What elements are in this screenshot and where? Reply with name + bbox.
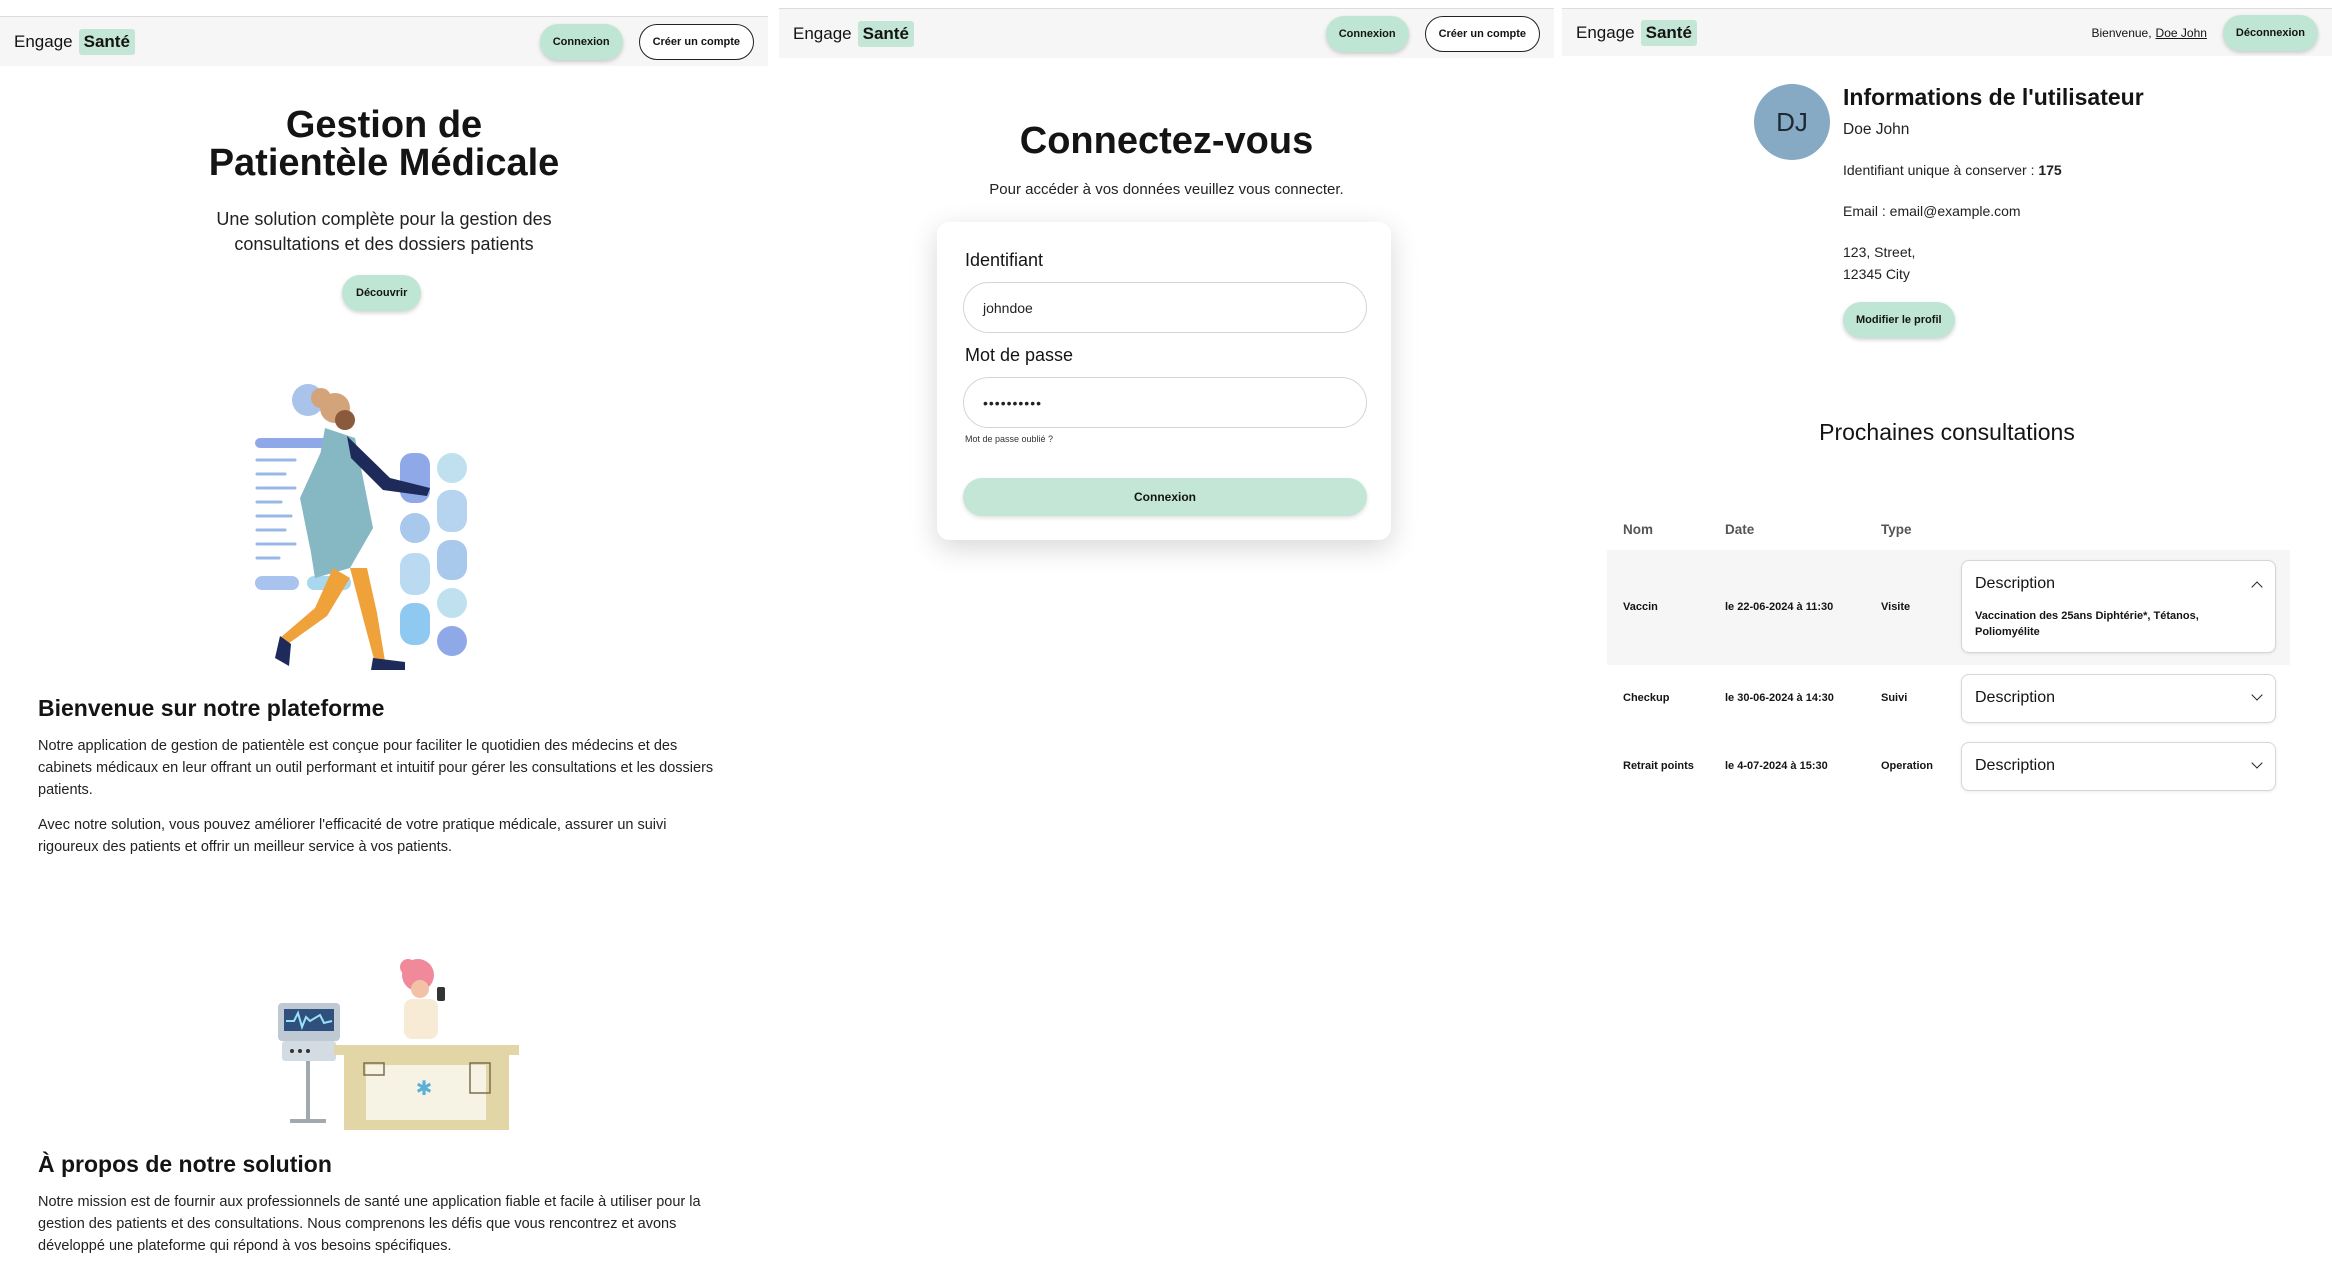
- login-subtitle: Pour accéder à vos données veuillez vous…: [989, 181, 1344, 198]
- avatar: DJ: [1754, 84, 1830, 160]
- reception-illustration: ✱: [278, 959, 519, 1130]
- welcome-paragraph-2: Avec notre solution, vous pouvez amélior…: [38, 817, 667, 855]
- brand-part1: Engage: [1576, 22, 1635, 42]
- login-title: Connectez-vous: [1019, 120, 1314, 162]
- login-navbar: Engage Santé Connexion Créer un compte: [779, 8, 1554, 58]
- user-id: Identifiant unique à conserver : 175: [1843, 162, 2062, 178]
- hero-title-line1: Gestion de: [285, 104, 483, 146]
- home-navbar: Engage Santé Connexion Créer un compte: [0, 16, 768, 66]
- user-info-title: Informations de l'utilisateur: [1843, 84, 2144, 110]
- row-type: Suivi: [1881, 692, 1908, 704]
- row-type: Operation: [1881, 760, 1933, 772]
- row-name: Checkup: [1623, 692, 1670, 704]
- description-accordion[interactable]: Description: [1961, 742, 2276, 791]
- row-name: Vaccin: [1623, 601, 1658, 613]
- column-header-name: Nom: [1623, 522, 1653, 537]
- brand-part2: Santé: [1640, 19, 1697, 46]
- user-email: Email : email@example.com: [1843, 203, 2021, 219]
- brand-part2: Santé: [857, 20, 914, 47]
- user-name: Doe John: [1843, 121, 1910, 138]
- user-address-line1: 123, Street,: [1843, 244, 1916, 260]
- hero-subtitle: Une solution complète pour la gestion de…: [0, 207, 768, 257]
- description-line2: Poliomyélite: [1975, 626, 2040, 638]
- brand-logo[interactable]: Engage Santé: [1576, 19, 1697, 46]
- password-label: Mot de passe: [965, 345, 1074, 365]
- profile-page: Engage Santé Bienvenue, Doe John Déconne…: [1562, 0, 2332, 1270]
- login-submit-button[interactable]: Connexion: [963, 478, 1367, 516]
- brand-logo[interactable]: Engage Santé: [793, 20, 914, 47]
- description-label: Description: [1975, 757, 2056, 774]
- table-row: Vaccin le 22-06-2024 à 11:30 Visite Desc…: [1607, 550, 2290, 665]
- brand-part1: Engage: [793, 23, 852, 43]
- discover-button[interactable]: Découvrir: [342, 275, 422, 311]
- register-button[interactable]: Créer un compte: [638, 23, 754, 60]
- user-address-line2: 12345 City: [1843, 266, 1910, 282]
- hero-title-line2: Patientèle Médicale: [208, 142, 560, 184]
- chevron-down-icon[interactable]: [2251, 757, 2263, 769]
- column-header-date: Date: [1725, 522, 1755, 537]
- chevron-down-icon[interactable]: [2251, 689, 2263, 701]
- register-button[interactable]: Créer un compte: [1424, 15, 1540, 52]
- logout-button[interactable]: Déconnexion: [2222, 14, 2318, 51]
- hero-subtitle-line1: Une solution complète pour la gestion de…: [216, 209, 552, 229]
- description-label: Description: [1975, 575, 2056, 592]
- profile-navbar: Engage Santé Bienvenue, Doe John Déconne…: [1562, 8, 2332, 56]
- login-button[interactable]: Connexion: [1325, 15, 1409, 52]
- description-label: Description: [1975, 689, 2056, 706]
- doctor-illustration: [255, 384, 467, 670]
- user-id-label: Identifiant unique à conserver :: [1843, 162, 2035, 178]
- column-header-type: Type: [1881, 522, 1912, 537]
- row-date: le 30-06-2024 à 14:30: [1725, 692, 1834, 704]
- login-form: Identifiant johndoe Mot de passe •••••••…: [937, 222, 1391, 540]
- svg-text:✱: ✱: [416, 1076, 433, 1100]
- table-row: Retrait points le 4-07-2024 à 15:30 Oper…: [1607, 740, 2290, 796]
- greeting-text: Bienvenue,: [2091, 25, 2152, 40]
- description-line1: Vaccination des 25ans Diphtérie*, Tétano…: [1975, 610, 2199, 622]
- row-type: Visite: [1881, 601, 1911, 613]
- table-row: Checkup le 30-06-2024 à 14:30 Suivi Desc…: [1607, 672, 2290, 728]
- login-page: Engage Santé Connexion Créer un compte C…: [779, 0, 1554, 1270]
- welcome-title: Bienvenue sur notre plateforme: [38, 695, 385, 721]
- about-title: À propos de notre solution: [38, 1151, 332, 1177]
- hero-title: Gestion de Patientèle Médicale: [0, 106, 768, 182]
- row-name: Retrait points: [1623, 760, 1694, 772]
- welcome-paragraph-1: Notre application de gestion de patientè…: [38, 738, 714, 798]
- row-date: le 4-07-2024 à 15:30: [1725, 760, 1828, 772]
- login-button[interactable]: Connexion: [539, 23, 623, 60]
- brand-part1: Engage: [14, 31, 73, 51]
- edit-profile-button[interactable]: Modifier le profil: [1843, 302, 1955, 338]
- forgot-password-link[interactable]: Mot de passe oublié ?: [965, 434, 1053, 444]
- username-label: Identifiant: [965, 250, 1044, 270]
- brand-logo[interactable]: Engage Santé: [14, 28, 135, 55]
- hero-subtitle-line2: consultations et des dossiers patients: [234, 234, 534, 254]
- password-input[interactable]: ••••••••••: [963, 377, 1367, 428]
- description-text: Vaccination des 25ans Diphtérie*, Tétano…: [1975, 608, 2245, 640]
- description-accordion[interactable]: Description Vaccination des 25ans Diphté…: [1961, 560, 2276, 653]
- consultations-title: Prochaines consultations: [1819, 419, 2075, 445]
- about-paragraph: Notre mission est de fournir aux profess…: [38, 1194, 701, 1254]
- user-link[interactable]: Doe John: [2156, 26, 2207, 40]
- username-input[interactable]: johndoe: [963, 282, 1367, 333]
- description-accordion[interactable]: Description: [1961, 674, 2276, 723]
- row-date: le 22-06-2024 à 11:30: [1725, 601, 1834, 613]
- chevron-up-icon[interactable]: [2251, 581, 2263, 593]
- home-page: Engage Santé Connexion Créer un compte G…: [0, 0, 768, 1270]
- user-id-value: 175: [2038, 162, 2062, 178]
- brand-part2: Santé: [78, 28, 135, 55]
